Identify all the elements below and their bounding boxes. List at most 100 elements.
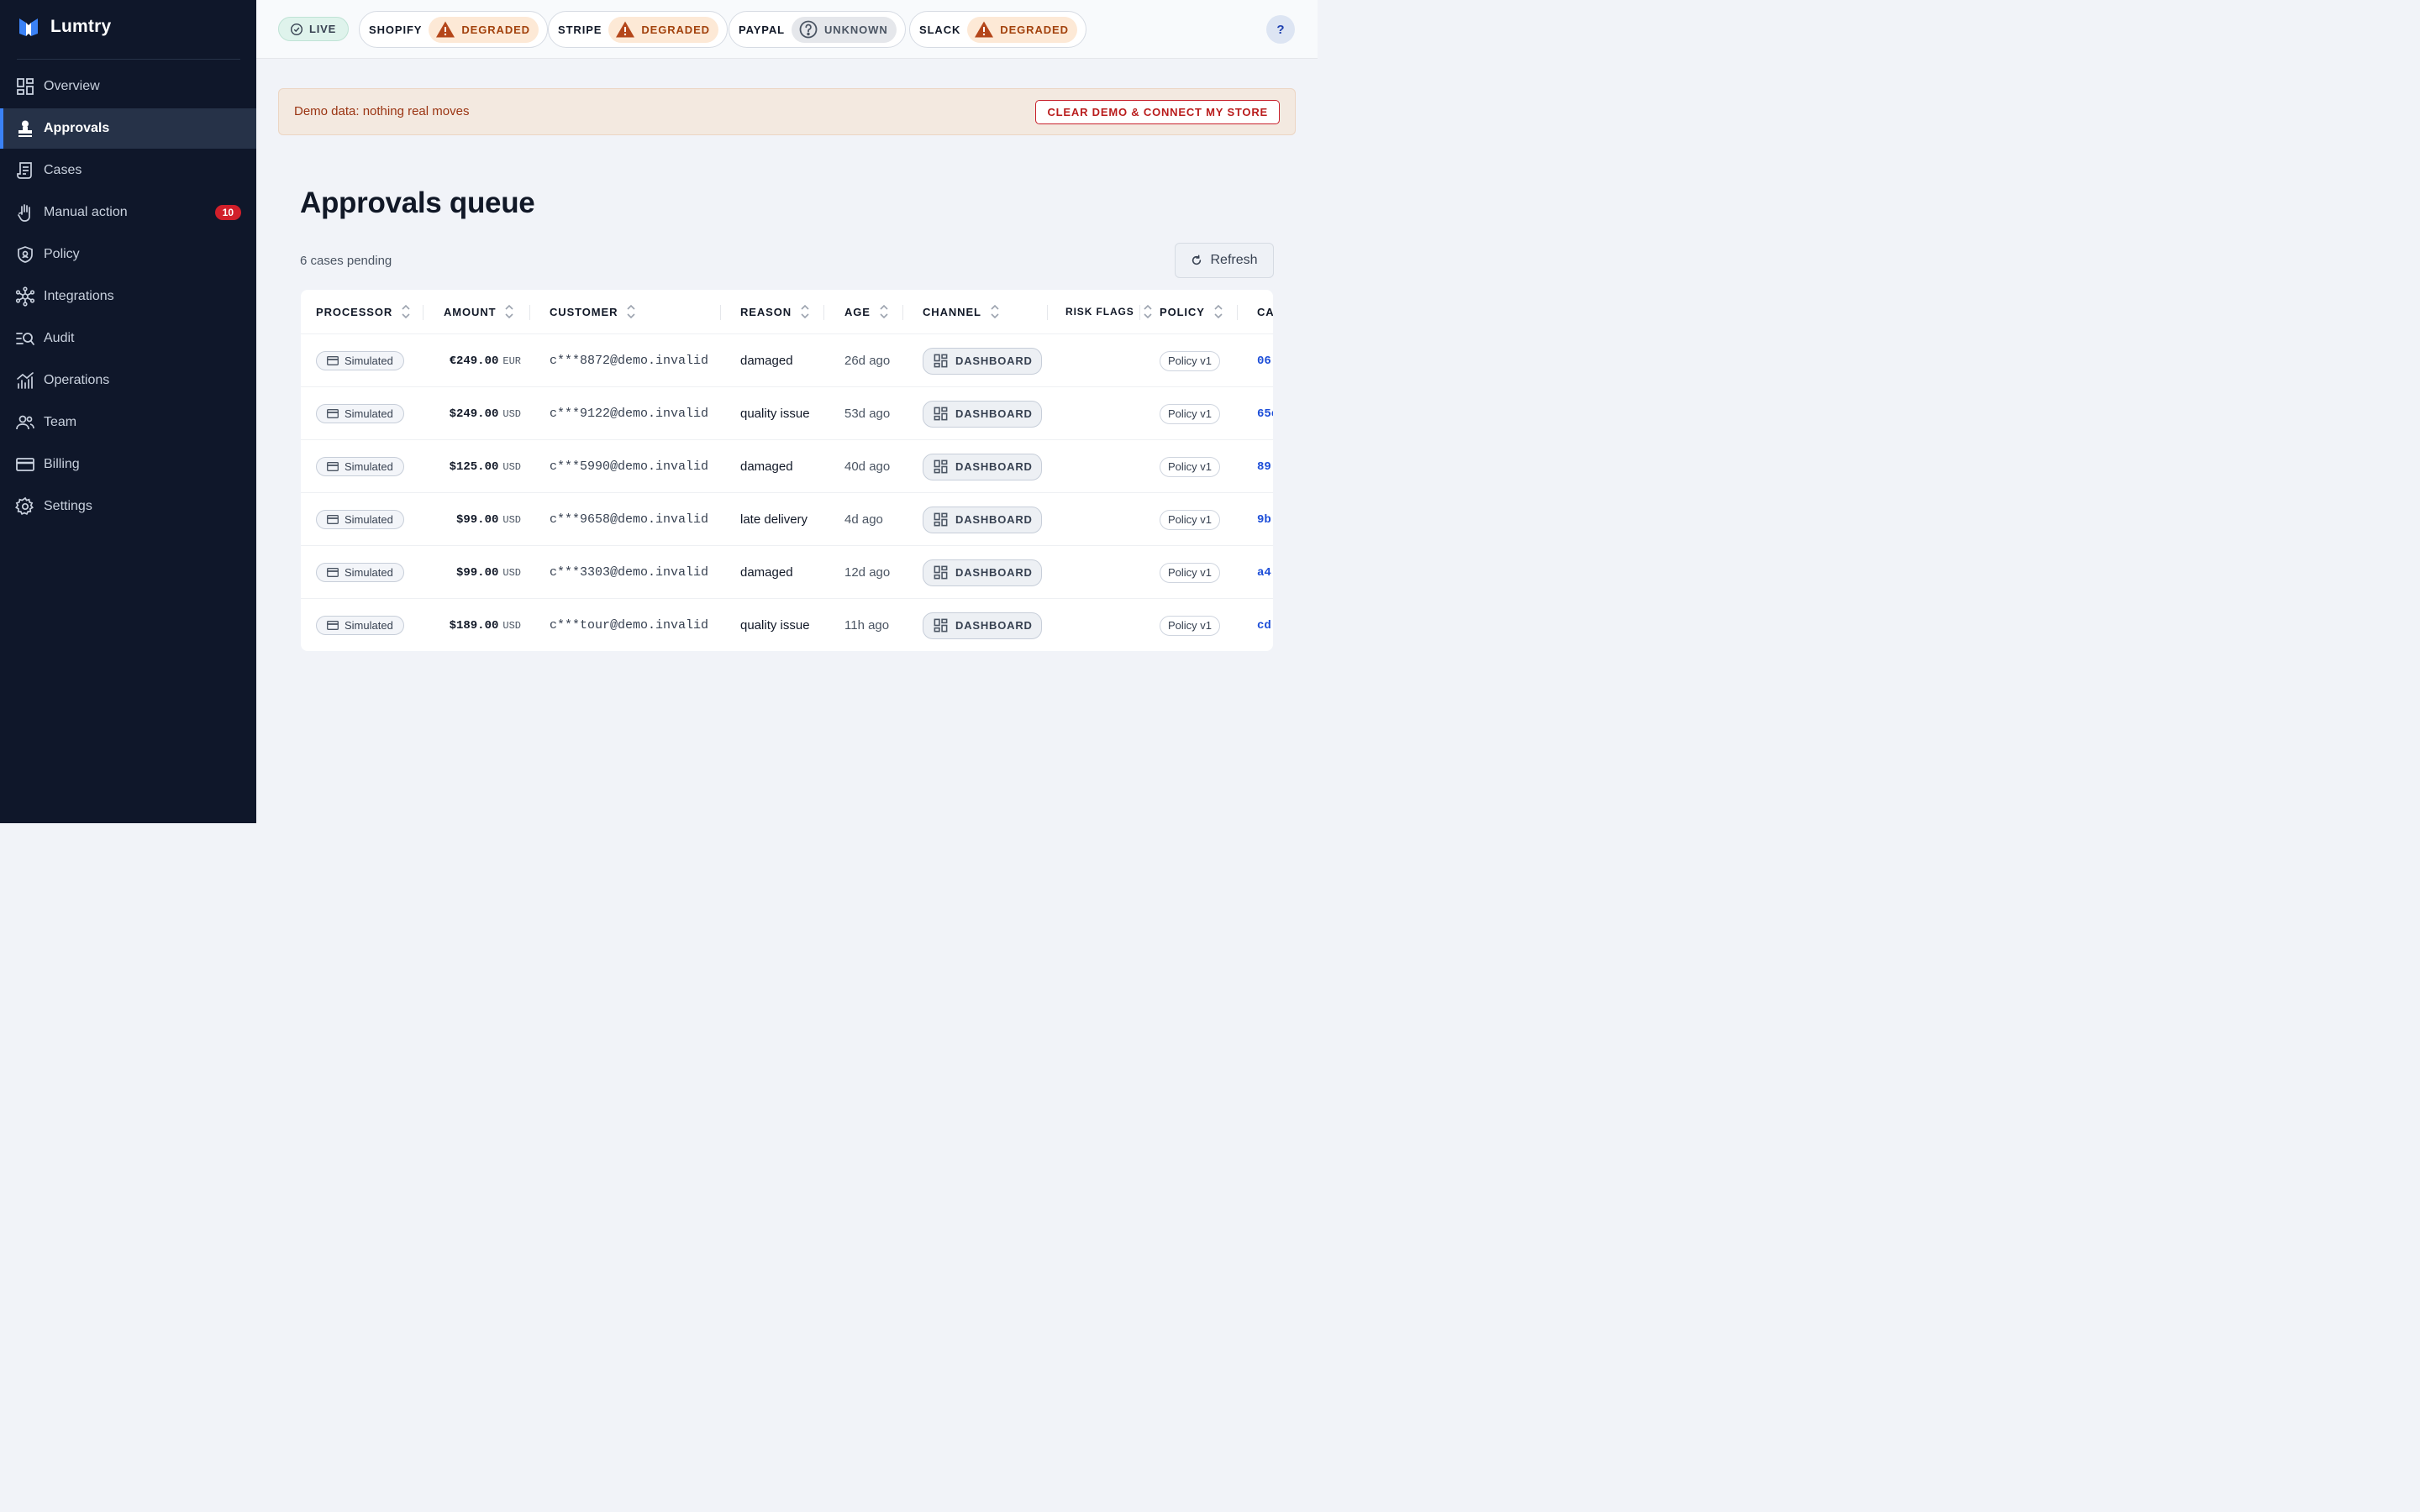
policy-pill[interactable]: Policy v1 [1160,615,1221,636]
currency-code: EUR [502,354,521,367]
column-header-amount[interactable]: AMOUNT [444,290,514,333]
sidebar-item-overview[interactable]: Overview [0,66,256,107]
column-header-processor[interactable]: PROCESSOR [316,290,411,333]
column-header-age[interactable]: AGE [844,290,889,333]
sidebar-item-billing[interactable]: Billing [0,444,256,485]
brand[interactable]: Lumtry [17,13,111,40]
age-cell: 26d ago [844,354,891,368]
currency-code: USD [502,566,521,579]
column-divider [423,305,424,320]
manual-action-count-badge: 10 [214,205,241,220]
integration-paypal[interactable]: PAYPAL UNKNOWN [729,11,906,48]
case-id-link[interactable]: 9b [1257,493,1271,546]
currency-code: USD [502,407,521,420]
amount-cell: $99.00 USD [435,546,521,599]
sidebar-item-approvals[interactable]: Approvals [0,108,256,149]
integration-stripe[interactable]: STRIPE DEGRADED [548,11,728,48]
policy-pill[interactable]: Policy v1 [1160,350,1221,371]
table-header: PROCESSOR AMOUNT CUSTOMER REASON AGE CHA… [301,290,1273,333]
table-row[interactable]: Simulated $99.00 USD c***3303@demo.invali… [301,545,1273,598]
amount-value: $125.00 [449,459,499,474]
customer-cell: c***8872@demo.invalid [550,354,709,368]
column-divider [1139,305,1140,320]
column-header-customer[interactable]: CUSTOMER [550,290,636,333]
processor-label: Simulated [345,460,393,473]
sidebar-item-cases[interactable]: Cases [0,150,256,191]
refresh-label: Refresh [1210,253,1258,267]
column-divider [902,305,903,320]
policy-cell: Policy v1 [1160,387,1221,440]
sidebar-item-integrations[interactable]: Integrations [0,276,256,317]
case-id-link[interactable]: a4: [1257,546,1273,599]
case-id-link[interactable]: 89: [1257,440,1273,493]
reason-cell: quality issue [740,618,810,633]
table-row[interactable]: Simulated $189.00 USD c***tour@demo.inval… [301,598,1273,651]
sidebar-item-audit[interactable]: Audit [0,318,256,359]
column-header-channel[interactable]: CHANNEL [923,290,1000,333]
sidebar-item-manual-action[interactable]: Manual action 10 [0,192,256,233]
customer-cell: c***9122@demo.invalid [550,407,709,421]
channel-pill[interactable]: DASHBOARD [923,453,1042,480]
column-header-reason[interactable]: REASON [740,290,810,333]
channel-pill[interactable]: DASHBOARD [923,347,1042,375]
processor-cell: Simulated [316,546,404,599]
sort-icon [627,304,635,319]
channel-pill[interactable]: DASHBOARD [923,506,1042,533]
processor-label: Simulated [345,566,393,579]
help-button[interactable]: ? [1266,15,1295,44]
live-status-pill[interactable]: LIVE [278,17,350,41]
policy-pill[interactable]: Policy v1 [1160,403,1221,424]
policy-cell: Policy v1 [1160,599,1221,651]
channel-pill[interactable]: DASHBOARD [923,400,1042,428]
policy-pill[interactable]: Policy v1 [1160,509,1221,530]
channel-pill[interactable]: DASHBOARD [923,612,1042,639]
credit-card-icon [327,409,339,418]
sidebar-item-label: Cases [44,163,82,177]
table-row[interactable]: Simulated $249.00 USD c***9122@demo.inval… [301,386,1273,439]
sidebar-divider [17,59,240,60]
sidebar-item-label: Manual action [44,205,128,219]
reason-cell: damaged [740,565,793,580]
customer-cell: c***9658@demo.invalid [550,512,709,527]
dashboard-icon [934,407,948,421]
sidebar-item-label: Audit [44,331,75,345]
credit-card-icon [15,454,35,475]
credit-card-icon [327,515,339,524]
column-divider [1237,305,1238,320]
processor-cell: Simulated [316,334,404,387]
sidebar-item-label: Operations [44,373,110,387]
policy-pill[interactable]: Policy v1 [1160,562,1221,583]
refresh-button[interactable]: Refresh [1175,243,1274,278]
status-label: UNKNOWN [824,23,888,36]
case-id-link[interactable]: 06: [1257,334,1273,387]
chart-icon [15,370,35,391]
sidebar-item-label: Billing [44,457,80,471]
processor-pill: Simulated [316,457,404,476]
integration-slack[interactable]: SLACK DEGRADED [909,11,1086,48]
sidebar-item-settings[interactable]: Settings [0,486,256,527]
processor-pill: Simulated [316,404,404,423]
column-header-policy[interactable]: POLICY [1160,290,1223,333]
table-row[interactable]: Simulated $99.00 USD c***9658@demo.invali… [301,492,1273,545]
table-row[interactable]: Simulated €249.00 EUR c***8872@demo.inval… [301,333,1273,386]
channel-pill[interactable]: DASHBOARD [923,559,1042,586]
column-label: PROCESSOR [316,305,393,318]
case-id-link[interactable]: cd: [1257,599,1273,651]
clear-demo-button[interactable]: CLEAR DEMO & CONNECT MY STORE [1035,100,1280,124]
sidebar-item-policy[interactable]: Policy [0,234,256,275]
table-row[interactable]: Simulated $125.00 USD c***5990@demo.inval… [301,439,1273,492]
search-list-icon [15,328,35,349]
case-id-link[interactable]: 65c [1257,387,1273,440]
sidebar-item-team[interactable]: Team [0,402,256,443]
status-chip-degraded: DEGRADED [429,16,539,43]
sidebar-item-operations[interactable]: Operations [0,360,256,401]
network-icon [15,286,35,307]
policy-pill[interactable]: Policy v1 [1160,456,1221,477]
amount-value: $189.00 [449,618,499,633]
sidebar-item-label: Approvals [44,121,110,135]
integration-shopify[interactable]: SHOPIFY DEGRADED [359,11,548,48]
dashboard-icon [934,459,948,474]
processor-cell: Simulated [316,493,404,546]
sort-icon [1144,304,1152,319]
column-header-case[interactable]: CA [1257,290,1273,333]
